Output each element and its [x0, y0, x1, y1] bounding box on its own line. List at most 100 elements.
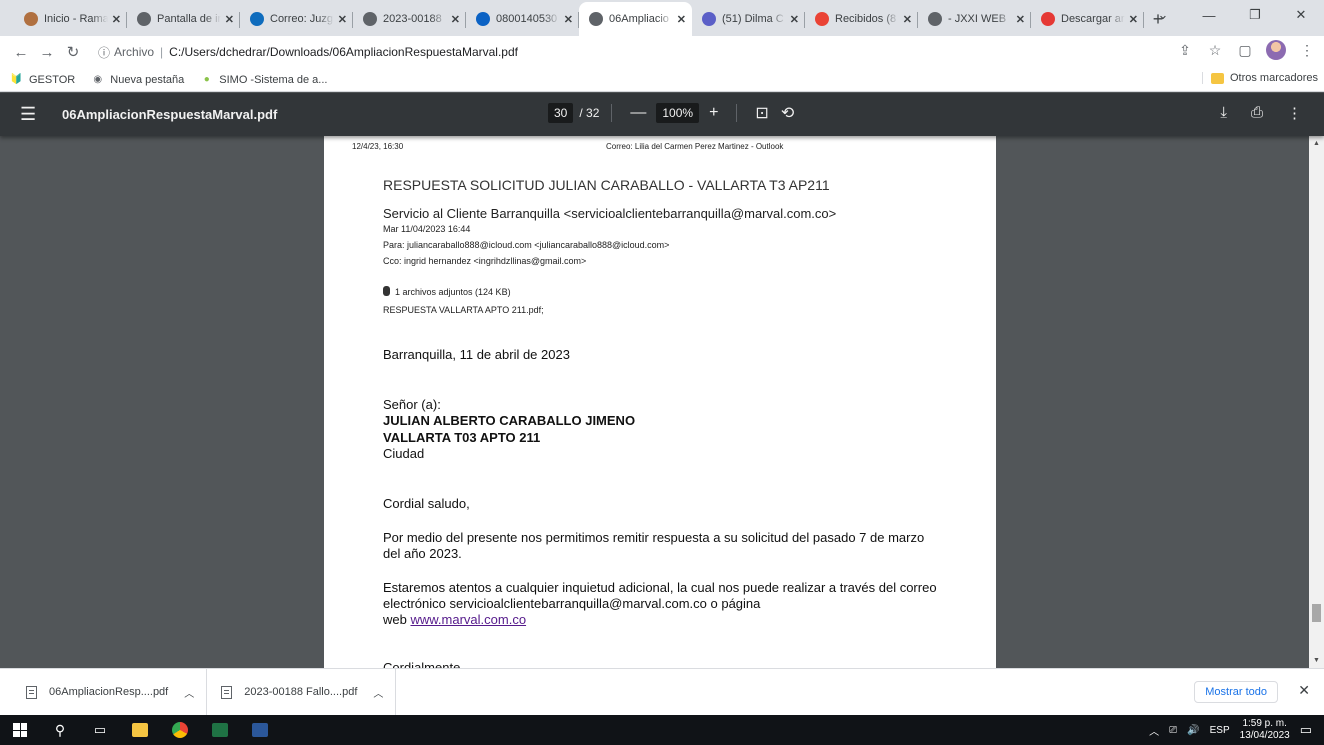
download-icon[interactable]: ⤓ [1220, 104, 1227, 122]
email-sender: Servicio al Cliente Barranquilla <servic… [383, 206, 837, 221]
excel-icon[interactable] [200, 715, 240, 745]
fit-page-icon[interactable]: ⊡ [755, 103, 768, 123]
close-window-button[interactable]: ✕ [1278, 0, 1324, 30]
tab-title: Descargar ar [1061, 13, 1125, 25]
bookmark-simo[interactable]: ● SIMO -Sistema de a... [200, 73, 328, 86]
tab-favicon-icon [24, 12, 38, 26]
forward-button[interactable]: → [34, 39, 60, 65]
rotate-icon[interactable]: ⟲ [781, 103, 794, 123]
network-icon[interactable]: ⎚ [1169, 725, 1177, 736]
tab-close-icon[interactable]: ✕ [903, 13, 912, 26]
scroll-up-arrow-icon[interactable]: ▲ [1313, 140, 1320, 147]
back-button[interactable]: ← [8, 39, 34, 65]
restore-button[interactable]: ❐ [1232, 0, 1278, 30]
chevron-up-icon[interactable]: ︿ [373, 685, 383, 700]
tab-close-icon[interactable]: ✕ [112, 13, 121, 26]
word-icon[interactable] [240, 715, 280, 745]
browser-tab[interactable]: Descargar ar ✕ [1031, 2, 1144, 36]
hamburger-menu-icon[interactable]: ☰ [20, 104, 36, 125]
download-filename: 2023-00188 Fallo....pdf [244, 686, 358, 698]
clock-time: 1:59 p. m. [1242, 718, 1287, 729]
task-view-icon[interactable]: ▭ [80, 715, 120, 745]
attachments-count: 1 archivos adjuntos (124 KB) [395, 287, 511, 297]
tab-close-icon[interactable]: ✕ [1016, 13, 1025, 26]
reload-button[interactable]: ↻ [60, 39, 86, 65]
recipient-address: VALLARTA T03 APTO 211 [383, 430, 541, 445]
tab-search-icon[interactable]: ⌄ [1140, 0, 1186, 30]
windows-taskbar: ⚲ ▭ ︿ ⎚ 🔊 ESP 1:59 p. m. 13/04/2023 ▭ [0, 715, 1324, 745]
notifications-icon[interactable]: ▭ [1300, 722, 1312, 738]
email-date: Mar 11/04/2023 16:44 [383, 224, 471, 234]
download-filename: 06AmpliacionResp....pdf [49, 686, 169, 698]
vertical-scrollbar[interactable]: ▲ ▼ [1309, 136, 1324, 668]
tab-title: Correo: Juzg [270, 13, 333, 25]
browser-tab[interactable]: 06Ampliacio ✕ [579, 2, 692, 36]
tab-title: 06Ampliacio [609, 13, 669, 25]
pdf-viewer[interactable]: 12/4/23, 16:30 Correo: Lilia del Carmen … [0, 136, 1324, 668]
print-icon[interactable]: ⎙ [1251, 104, 1263, 122]
browser-tab[interactable]: - JXXI WEB ✕ [918, 2, 1031, 36]
bookmark-gestor[interactable]: 🔰 GESTOR [10, 73, 75, 86]
start-button[interactable] [0, 715, 40, 745]
attachment-name: RESPUESTA VALLARTA APTO 211.pdf; [383, 305, 544, 315]
volume-icon[interactable]: 🔊 [1187, 725, 1199, 736]
close-shelf-icon[interactable]: ✕ [1298, 682, 1310, 699]
tab-close-icon[interactable]: ✕ [338, 13, 347, 26]
tab-close-icon[interactable]: ✕ [225, 13, 234, 26]
pdf-more-icon[interactable]: ⋮ [1287, 104, 1302, 122]
browser-tab[interactable]: Inicio - Rama ✕ [14, 2, 127, 36]
tab-title: Inicio - Rama [44, 13, 108, 25]
show-all-button[interactable]: Mostrar todo [1194, 681, 1278, 703]
place-date: Barranquilla, 11 de abril de 2023 [383, 347, 570, 362]
search-icon[interactable]: ⚲ [40, 715, 80, 745]
share-icon[interactable]: ⇪ [1176, 42, 1194, 59]
tab-close-icon[interactable]: ✕ [677, 13, 686, 26]
scroll-down-arrow-icon[interactable]: ▼ [1313, 657, 1320, 664]
browser-tab[interactable]: 2023-00188 ✕ [353, 2, 466, 36]
browser-tab[interactable]: 0800140530 ✕ [466, 2, 579, 36]
browser-tab[interactable]: Recibidos (8 ✕ [805, 2, 918, 36]
profile-avatar[interactable] [1266, 40, 1286, 60]
globe-icon: ◉ [93, 74, 103, 85]
pdf-filename: 06AmpliacionRespuestaMarval.pdf [62, 107, 278, 122]
chrome-icon[interactable] [160, 715, 200, 745]
clock[interactable]: 1:59 p. m. 13/04/2023 [1240, 718, 1290, 742]
info-icon[interactable]: ⓘ [98, 44, 110, 61]
more-menu-icon[interactable]: ⋮ [1298, 42, 1316, 59]
address-path: C:/Users/dchedrar/Downloads/06Ampliacion… [169, 45, 518, 59]
address-bar[interactable]: ⓘ Archivo | C:/Users/dchedrar/Downloads/… [92, 39, 1132, 65]
pdf-toolbar: ☰ 06AmpliacionRespuestaMarval.pdf 30 / 3… [0, 93, 1324, 136]
bookmark-star-icon[interactable]: ☆ [1206, 42, 1224, 59]
language-indicator[interactable]: ESP [1210, 725, 1230, 736]
zoom-in-button[interactable]: + [709, 104, 718, 122]
bookmark-nueva-pestana[interactable]: ◉ Nueva pestaña [91, 73, 184, 86]
address-separator: | [160, 45, 164, 59]
website-link[interactable]: www.marval.com.co [410, 612, 526, 627]
tab-close-icon[interactable]: ✕ [564, 13, 573, 26]
browser-tab[interactable]: Pantalla de in ✕ [127, 2, 240, 36]
browser-tab[interactable]: (51) Dilma C ✕ [692, 2, 805, 36]
tab-favicon-icon [250, 12, 264, 26]
other-bookmarks[interactable]: Otros marcadores [1201, 72, 1318, 84]
zoom-out-button[interactable]: — [630, 104, 646, 122]
email-to: Para: juliancaraballo888@icloud.com <jul… [383, 240, 670, 250]
zoom-level-input[interactable]: 100% [656, 103, 700, 123]
download-item[interactable]: 06AmpliacionResp....pdf ︿ [0, 668, 208, 716]
tab-close-icon[interactable]: ✕ [451, 13, 460, 26]
pdf-page-controls: 30 / 32 — 100% + ⊡ ⟲ [548, 103, 800, 123]
file-explorer-icon[interactable] [120, 715, 160, 745]
tab-close-icon[interactable]: ✕ [1129, 13, 1138, 26]
tray-chevron-icon[interactable]: ︿ [1149, 723, 1159, 738]
chevron-up-icon[interactable]: ︿ [184, 685, 194, 700]
tab-close-icon[interactable]: ✕ [790, 13, 799, 26]
tab-title: 0800140530 [496, 13, 558, 25]
scroll-thumb[interactable] [1312, 604, 1321, 622]
download-item[interactable]: 2023-00188 Fallo....pdf ︿ [207, 668, 397, 716]
page-number-input[interactable]: 30 [548, 103, 574, 123]
tab-strip: Inicio - Rama ✕ Pantalla de in ✕ Correo: Juz… [0, 0, 1324, 36]
pdf-actions: ⤓ ⎙ ⋮ [1220, 104, 1302, 122]
bookmark-label: GESTOR [29, 73, 76, 86]
browser-tab[interactable]: Correo: Juzg ✕ [240, 2, 353, 36]
minimize-button[interactable]: — [1186, 0, 1232, 30]
side-panel-icon[interactable]: ▢ [1236, 42, 1254, 59]
